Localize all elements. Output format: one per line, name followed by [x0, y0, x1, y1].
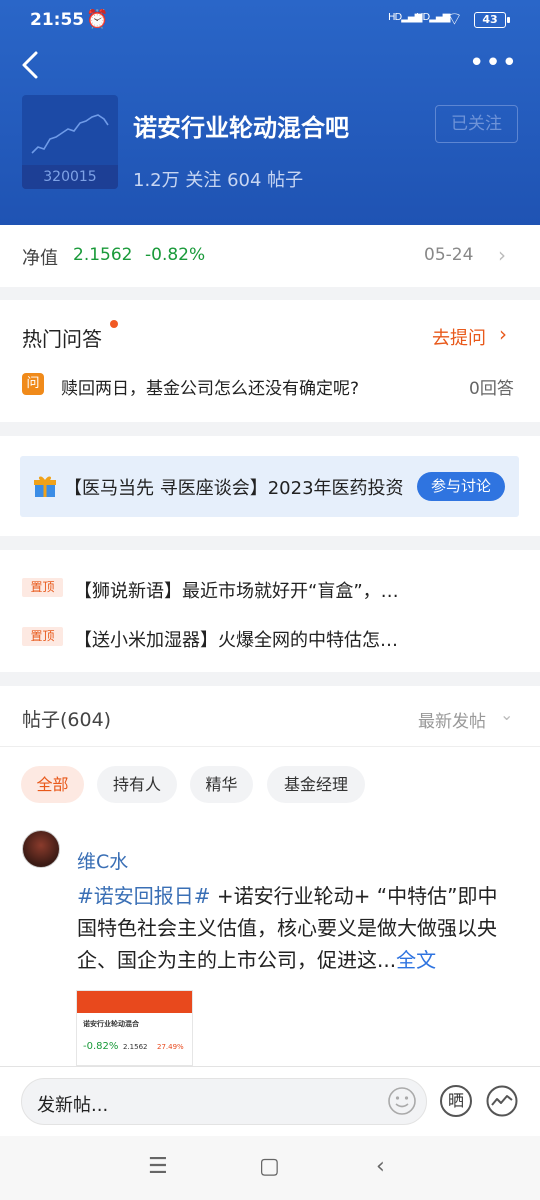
new-post-input[interactable]: 发新帖... — [21, 1078, 427, 1125]
posts-header: 帖子(604) — [22, 709, 112, 731]
share-position-button[interactable]: 晒 — [440, 1085, 472, 1117]
chevron-right-icon[interactable]: › — [499, 322, 507, 346]
emoji-icon[interactable] — [387, 1086, 417, 1116]
back-button[interactable] — [18, 48, 48, 82]
fund-header: 21:55 ⏰ HD▂▄▆ HD▂▄▆ ⌔ 43 ••• 320015 诺安行业… — [0, 0, 540, 225]
alarm-icon: ⏰ — [86, 9, 109, 30]
notification-dot — [110, 320, 118, 328]
system-nav-bar: ☰ ▢ ‹ — [0, 1136, 540, 1200]
avatar[interactable] — [22, 830, 60, 868]
filter-featured[interactable]: 精华 — [190, 766, 253, 803]
banner-text: 【医马当先 寻医座谈会】2023年医药投资 — [64, 478, 404, 499]
hot-qa-title: 热门问答 — [22, 327, 102, 351]
net-value-change: -0.82% — [145, 245, 206, 265]
topic-banner[interactable]: 【医马当先 寻医座谈会】2023年医药投资 参与讨论 — [20, 456, 519, 517]
status-bar: 21:55 ⏰ HD▂▄▆ HD▂▄▆ ⌔ 43 — [0, 8, 540, 36]
join-discussion-button[interactable]: 参与讨论 — [417, 472, 505, 501]
net-value-row[interactable]: 净值 2.1562 -0.82% 05-24 › — [0, 225, 540, 287]
follow-button[interactable]: 已关注 — [435, 105, 518, 143]
posts-section: 帖子(604) 最新发帖 ⌄ 全部 持有人 精华 基金经理 维C水 #诺安回报日… — [0, 686, 540, 1066]
more-options-icon[interactable]: ••• — [469, 50, 518, 76]
post-body[interactable]: #诺安回报日# +诺安行业轮动+ “中特估”即中国特色社会主义估值，核心要义是做… — [77, 880, 517, 976]
question-icon: 问 — [22, 373, 44, 395]
pinned-badge: 置顶 — [22, 627, 63, 646]
new-post-placeholder: 发新帖... — [37, 1095, 109, 1116]
back-nav-icon[interactable]: ‹ — [376, 1154, 385, 1179]
trend-sparkline-icon — [31, 114, 109, 154]
status-time: 21:55 — [30, 10, 85, 30]
divider — [0, 746, 540, 747]
filter-fund-manager[interactable]: 基金经理 — [267, 766, 365, 803]
full-text-link[interactable]: 全文 — [396, 948, 436, 972]
trend-chart-icon[interactable] — [486, 1085, 518, 1117]
fund-thumbnail: 320015 — [22, 95, 118, 189]
battery-icon: 43 — [474, 12, 510, 28]
ask-question-link[interactable]: 去提问 — [432, 324, 486, 350]
sort-dropdown[interactable]: 最新发帖 — [418, 707, 486, 732]
fund-title: 诺安行业轮动混合吧 — [133, 114, 349, 142]
signal-icon-2: HD▂▄▆ — [416, 12, 450, 23]
menu-icon[interactable]: ☰ — [148, 1154, 168, 1179]
gift-icon — [34, 476, 56, 497]
banner-section: 【医马当先 寻医座谈会】2023年医药投资 参与讨论 — [0, 436, 540, 536]
post-hashtag[interactable]: #诺安回报日# — [77, 884, 211, 908]
filter-holders[interactable]: 持有人 — [97, 766, 177, 803]
home-icon[interactable]: ▢ — [259, 1154, 280, 1179]
post-author[interactable]: 维C水 — [77, 847, 128, 874]
net-value-date: 05-24 — [424, 245, 474, 265]
pinned-posts: 置顶 【狮说新语】最近市场就好开“盲盒”，… 置顶 【送小米加湿器】火爆全网的中… — [0, 550, 540, 672]
post-image[interactable]: 诺安行业轮动混合 -0.82% 2.1562 27.49% — [76, 990, 193, 1066]
pinned-post-title[interactable]: 【送小米加湿器】火爆全网的中特估怎… — [74, 626, 398, 652]
pinned-post-title[interactable]: 【狮说新语】最近市场就好开“盲盒”，… — [74, 577, 399, 603]
fund-code: 320015 — [22, 165, 118, 189]
net-value-label: 净值 — [22, 248, 58, 269]
question-text[interactable]: 赎回两日，基金公司怎么还没有确定呢? — [61, 374, 359, 399]
answer-count: 0回答 — [469, 379, 514, 399]
chevron-down-icon[interactable]: ⌄ — [500, 705, 513, 724]
composer-bar: 发新帖... 晒 — [0, 1066, 540, 1136]
fund-stats: 1.2万 关注 604 帖子 — [133, 170, 304, 191]
filter-all[interactable]: 全部 — [21, 766, 84, 803]
hot-qa-section: 热门问答 去提问 › 问 赎回两日，基金公司怎么还没有确定呢? 0回答 — [0, 300, 540, 422]
wifi-icon: ⌔ — [446, 9, 463, 30]
pinned-badge: 置顶 — [22, 578, 63, 597]
net-value: 2.1562 — [73, 245, 133, 265]
chevron-right-icon: › — [498, 243, 506, 267]
